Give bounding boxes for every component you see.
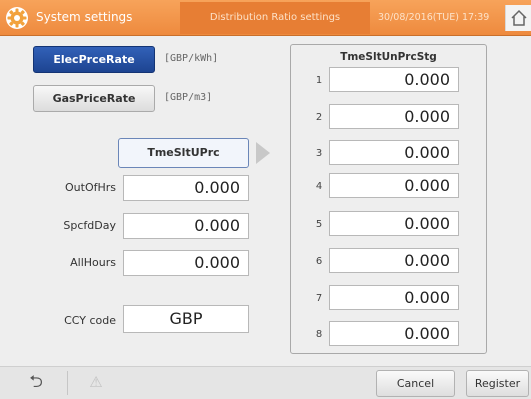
- time-slot-unit-price-panel: TmeSltUnPrcStg 1 0.000 2 0.000 3 0.000 4…: [290, 44, 487, 354]
- title-bar: System settings Distribution Ratio setti…: [0, 0, 531, 36]
- warning-icon[interactable]: ⚠: [74, 370, 118, 397]
- time-slot-1-input[interactable]: 0.000: [329, 67, 459, 92]
- home-icon: [511, 9, 527, 26]
- time-slot-2-input[interactable]: 0.000: [329, 104, 459, 129]
- row-number: 4: [315, 181, 323, 192]
- elec-price-rate-button[interactable]: ElecPrceRate: [33, 46, 155, 73]
- spcfdday-input[interactable]: 0.000: [123, 213, 249, 239]
- field-label-allhours: AllHours: [70, 256, 116, 269]
- row-number: 7: [315, 293, 323, 304]
- time-slot-5-input[interactable]: 0.000: [329, 211, 459, 236]
- window-title: System settings: [36, 10, 133, 24]
- time-slot-7-input[interactable]: 0.000: [329, 285, 459, 310]
- allhours-input[interactable]: 0.000: [123, 250, 249, 276]
- divider: [67, 371, 68, 395]
- gas-unit-label: [GBP/m3]: [164, 92, 213, 103]
- gear-icon: [6, 7, 28, 29]
- time-slot-3-input[interactable]: 0.000: [329, 140, 459, 165]
- back-icon[interactable]: ⮌: [14, 370, 58, 397]
- outofhrs-input[interactable]: 0.000: [123, 175, 249, 201]
- home-button[interactable]: [505, 5, 531, 31]
- row-number: 8: [315, 329, 323, 340]
- ccy-code-label: CCY code: [64, 314, 116, 327]
- time-slot-8-input[interactable]: 0.000: [329, 321, 459, 346]
- elec-unit-label: [GBP/kWh]: [164, 53, 219, 64]
- panel-title: TmeSltUnPrcStg: [340, 51, 437, 63]
- time-slot-4-input[interactable]: 0.000: [329, 173, 459, 198]
- register-button[interactable]: Register: [466, 370, 529, 397]
- field-label-spcfdday: SpcfdDay: [63, 219, 116, 232]
- row-number: 3: [315, 148, 323, 159]
- ccy-code-input[interactable]: GBP: [123, 305, 249, 333]
- footer-bar: ⮌ ⚠ Cancel Register: [0, 366, 531, 399]
- field-label-outofhrs: OutOfHrs: [65, 181, 116, 194]
- tab-distribution-ratio-settings[interactable]: Distribution Ratio settings: [180, 2, 370, 34]
- time-slot-unit-price-button[interactable]: TmeSltUPrc: [118, 138, 249, 168]
- time-slot-6-input[interactable]: 0.000: [329, 248, 459, 273]
- row-number: 2: [315, 112, 323, 123]
- row-number: 5: [315, 219, 323, 230]
- row-number: 1: [315, 75, 323, 86]
- arrow-right-icon: [256, 142, 270, 164]
- datetime: 30/08/2016(TUE) 17:39: [378, 12, 490, 23]
- gas-price-rate-button[interactable]: GasPriceRate: [33, 85, 155, 112]
- row-number: 6: [315, 256, 323, 267]
- cancel-button[interactable]: Cancel: [376, 370, 455, 397]
